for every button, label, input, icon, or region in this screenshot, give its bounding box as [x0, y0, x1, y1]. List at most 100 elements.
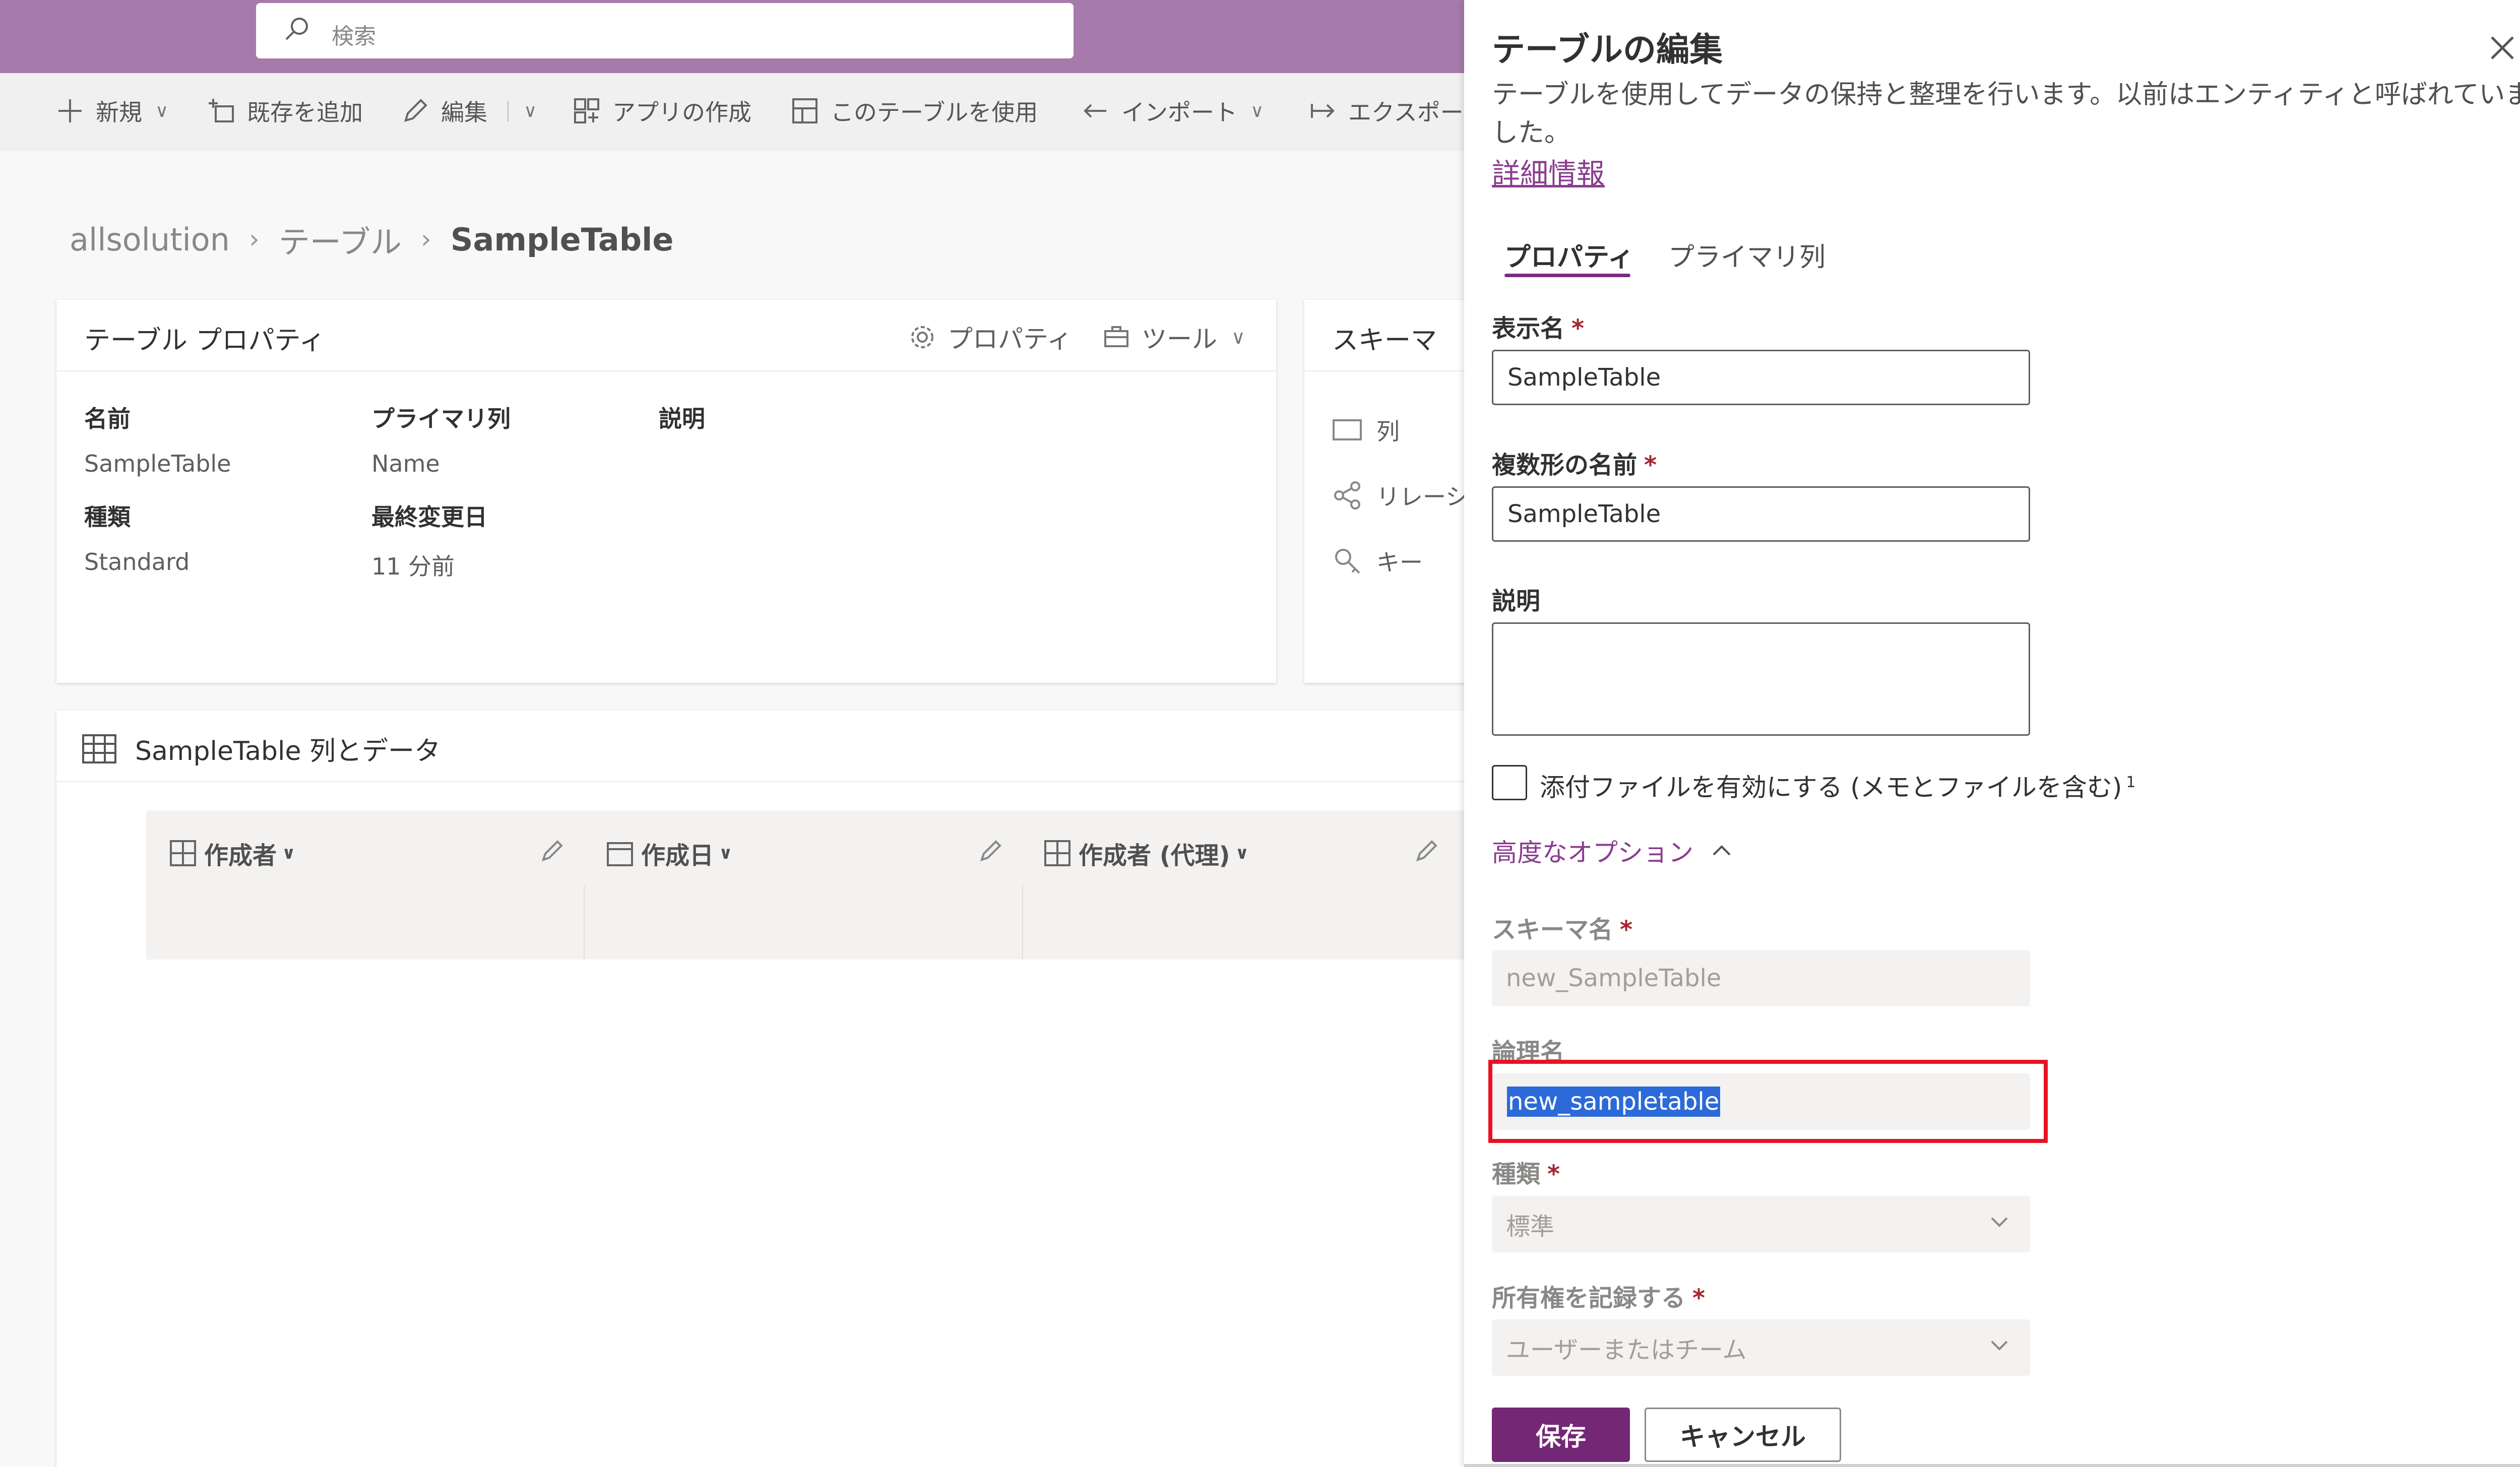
tools-button[interactable]: ツール ∨: [1102, 319, 1245, 355]
description-field-label: 説明: [1492, 587, 1541, 615]
use-table-label: このテーブルを使用: [831, 99, 1038, 126]
add-existing-icon: [209, 99, 234, 122]
table-icon: [82, 734, 116, 763]
edit-column-icon[interactable]: [978, 838, 1004, 864]
breadcrumb-current: SampleTable: [450, 221, 674, 258]
ownership-dropdown-value: ユーザーまたはチーム: [1506, 1336, 1747, 1364]
ownership-dropdown: ユーザーまたはチーム: [1492, 1319, 2030, 1376]
tab-properties[interactable]: プロパティ: [1504, 236, 1634, 274]
card-header: SampleTable 列とデータ: [56, 711, 1464, 782]
attachments-label-text: 添付ファイルを有効にする (メモとファイルを含む): [1540, 773, 2122, 802]
search-input[interactable]: 検索: [256, 3, 1074, 58]
display-name-label-text: 表示名: [1492, 314, 1565, 343]
breadcrumb: allsolution › テーブル › SampleTable: [70, 214, 673, 265]
edit-more-chevron-icon[interactable]: ∨: [508, 100, 537, 121]
type-dropdown: 標準: [1492, 1196, 2030, 1252]
learn-more-link[interactable]: 詳細情報: [1492, 151, 1605, 192]
edit-button[interactable]: 編集 ∨: [401, 91, 537, 131]
edit-label: 編集: [441, 99, 487, 126]
advanced-options-toggle[interactable]: 高度なオプション: [1492, 833, 1733, 869]
use-table-button[interactable]: このテーブルを使用: [790, 91, 1038, 131]
card-header: テーブル プロパティ プロパティ ツール ∨: [56, 300, 1276, 371]
required-marker: *: [1620, 916, 1633, 944]
edit-column-icon[interactable]: [539, 838, 565, 864]
tools-label: ツール: [1142, 325, 1217, 354]
chevron-down-icon: ∨: [1231, 326, 1245, 348]
column-label: 作成者: [204, 842, 277, 870]
plural-name-label-text: 複数形の名前: [1492, 451, 1637, 479]
add-existing-button[interactable]: 既存を追加: [207, 91, 363, 131]
app-grid-icon: [574, 98, 599, 123]
import-label: インポート: [1121, 99, 1237, 126]
text-column-icon: [1333, 419, 1362, 440]
schema-keys-link[interactable]: キー: [1332, 544, 1423, 578]
schema-keys-label: キー: [1376, 549, 1423, 576]
type-field-label-text: 種類: [1492, 1160, 1541, 1188]
tab-primary-column[interactable]: プライマリ列: [1668, 236, 1825, 274]
card-title: スキーマ: [1332, 326, 1437, 356]
description-label: 説明: [659, 405, 705, 432]
chevron-down-icon: ∨: [282, 843, 296, 863]
primary-column-value: Name: [371, 450, 440, 477]
schema-name-value: new_SampleTable: [1506, 964, 1722, 992]
schema-name-field: new_SampleTable: [1492, 950, 2030, 1006]
properties-button[interactable]: プロパティ: [908, 319, 1072, 355]
export-button[interactable]: エクスポー: [1308, 91, 1464, 131]
highlight-annotation: [1488, 1060, 2048, 1143]
card-title-row: SampleTable 列とデータ: [82, 730, 440, 768]
attachments-checkbox[interactable]: [1492, 765, 1527, 800]
schema-relationships-link[interactable]: リレーシ: [1332, 479, 1469, 512]
display-name-value: SampleTable: [1507, 363, 1661, 392]
attachments-footnote: 1: [2126, 774, 2136, 791]
plural-name-value: SampleTable: [1507, 500, 1661, 528]
primary-column-label: プライマリ列: [371, 405, 511, 432]
breadcrumb-separator-icon: ›: [248, 224, 260, 254]
create-app-button[interactable]: アプリの作成: [572, 91, 751, 131]
schema-columns-label: 列: [1376, 418, 1400, 445]
grid-cell[interactable]: [146, 885, 585, 960]
description-textarea[interactable]: [1492, 622, 2030, 736]
display-name-field[interactable]: SampleTable: [1492, 350, 2030, 405]
breadcrumb-root[interactable]: allsolution: [70, 221, 230, 258]
grid-cell[interactable]: [585, 885, 1023, 960]
search-icon: [285, 18, 308, 40]
schema-relationships-label: リレーシ: [1376, 483, 1469, 511]
search-placeholder: 検索: [332, 24, 376, 49]
schema-name-label: スキーマ名 *: [1492, 910, 1632, 945]
grid-cell[interactable]: [1023, 885, 1464, 960]
breadcrumb-section[interactable]: テーブル: [279, 217, 402, 262]
plural-name-field[interactable]: SampleTable: [1492, 486, 2030, 542]
close-icon[interactable]: [2485, 30, 2520, 66]
card-title: SampleTable 列とデータ: [135, 736, 440, 767]
chevron-down-icon: ∨: [719, 843, 733, 863]
chevron-down-icon: [1991, 1217, 2008, 1227]
attachments-label: 添付ファイルを有効にする (メモとファイルを含む) 1: [1540, 765, 2136, 805]
create-app-label: アプリの作成: [612, 99, 751, 126]
chevron-up-icon: [1713, 845, 1731, 856]
edit-column-icon[interactable]: [1414, 838, 1440, 864]
pencil-icon: [404, 99, 427, 122]
export-label: エクスポー: [1348, 99, 1464, 126]
cancel-button[interactable]: キャンセル: [1645, 1408, 1841, 1462]
schema-card: スキーマ 列 リレーシ キー: [1304, 300, 1486, 683]
last-modified-label: 最終変更日: [371, 503, 487, 531]
new-button[interactable]: 新規 ∨: [55, 91, 168, 131]
plural-name-label: 複数形の名前 *: [1492, 445, 1657, 480]
card-header: スキーマ: [1304, 300, 1486, 371]
type-field-label: 種類 *: [1492, 1154, 1560, 1189]
save-button[interactable]: 保存: [1492, 1408, 1630, 1462]
column-header-created-on[interactable]: 作成日 ∨: [606, 836, 733, 871]
new-label: 新規: [96, 99, 142, 126]
column-header-created-by[interactable]: 作成者 ∨: [169, 836, 296, 871]
lookup-column-icon: [1044, 840, 1070, 866]
import-button[interactable]: インポート ∨: [1081, 91, 1264, 131]
schema-columns-link[interactable]: 列: [1332, 413, 1400, 447]
panel-title: テーブルの編集: [1492, 30, 1723, 69]
plus-icon: [58, 99, 82, 122]
breadcrumb-separator-icon: ›: [421, 224, 431, 254]
chevron-down-icon: ∨: [1235, 843, 1249, 863]
type-value: Standard: [84, 548, 190, 576]
column-header-created-by-delegate[interactable]: 作成者 (代理) ∨: [1043, 836, 1249, 871]
chevron-down-icon: [1991, 1341, 2008, 1351]
lookup-column-icon: [170, 840, 196, 866]
